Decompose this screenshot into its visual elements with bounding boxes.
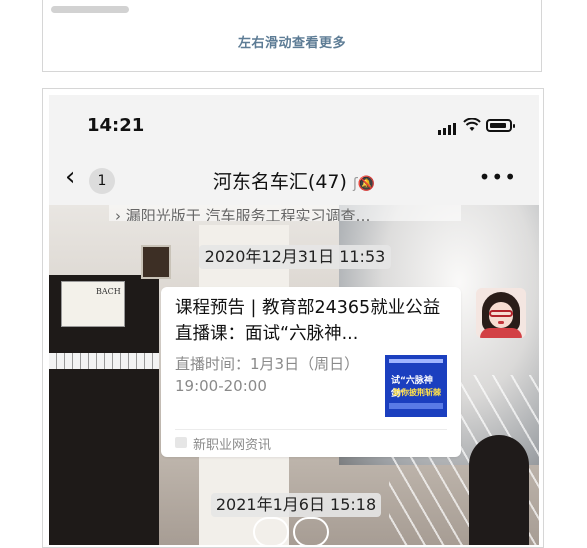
status-time: 14:21 [87, 115, 145, 136]
previous-message: › 漏阳光版于 汽车服务工程实习调查… [109, 205, 461, 221]
source-logo-icon [175, 437, 187, 448]
card-title: 课程预告 | 教育部24365就业公益直播课：面试“六脉神... [175, 298, 441, 344]
card-thumbnail: 试“六脉神剑” 助你披荆斩棘 [385, 355, 447, 417]
group-name: 河东名车汇(47) [212, 171, 347, 193]
piano-keys [49, 353, 159, 369]
article-card-message[interactable]: 课程预告 | 教育部24365就业公益直播课：面试“六脉神... 直播时间：1月… [161, 287, 461, 457]
group-title: 河东名车汇(47) ʃ🔕 [49, 167, 539, 194]
more-icon[interactable]: ••• [479, 165, 517, 189]
card-divider [175, 429, 447, 430]
piano: BACH [49, 275, 159, 545]
picture-frame [141, 245, 171, 279]
signal-icon [438, 123, 458, 135]
phone-screenshot: BACH 14:21 ‹ 1 河东名车汇(47)ʃ🔕 ••• › 漏阳光版于 [49, 95, 539, 545]
battery-icon [486, 119, 515, 132]
status-bar: 14:21 [49, 95, 539, 155]
ear-mute-icon: ʃ🔕 [352, 176, 376, 192]
card-description: 直播时间：1月3日（周日）19:00-20:00 [175, 355, 360, 395]
carousel-card: 左右滑动查看更多 [42, 0, 542, 72]
card-source: 新职业网资讯 [193, 438, 272, 453]
sticker-partial [245, 509, 337, 545]
chat-nav-bar: ‹ 1 河东名车汇(47) ʃ🔕 ••• [49, 155, 539, 203]
wifi-icon [463, 117, 481, 136]
timestamp-1: 2020年12月31日 11:53 [199, 245, 391, 269]
screenshot-card: BACH 14:21 ‹ 1 河东名车汇(47)ʃ🔕 ••• › 漏阳光版于 [42, 88, 544, 548]
horizontal-scrollbar[interactable] [51, 6, 129, 13]
sender-avatar[interactable] [476, 288, 526, 338]
swipe-hint: 左右滑动查看更多 [237, 36, 346, 51]
chair-shape [469, 435, 529, 545]
sheet-music: BACH [61, 281, 125, 327]
